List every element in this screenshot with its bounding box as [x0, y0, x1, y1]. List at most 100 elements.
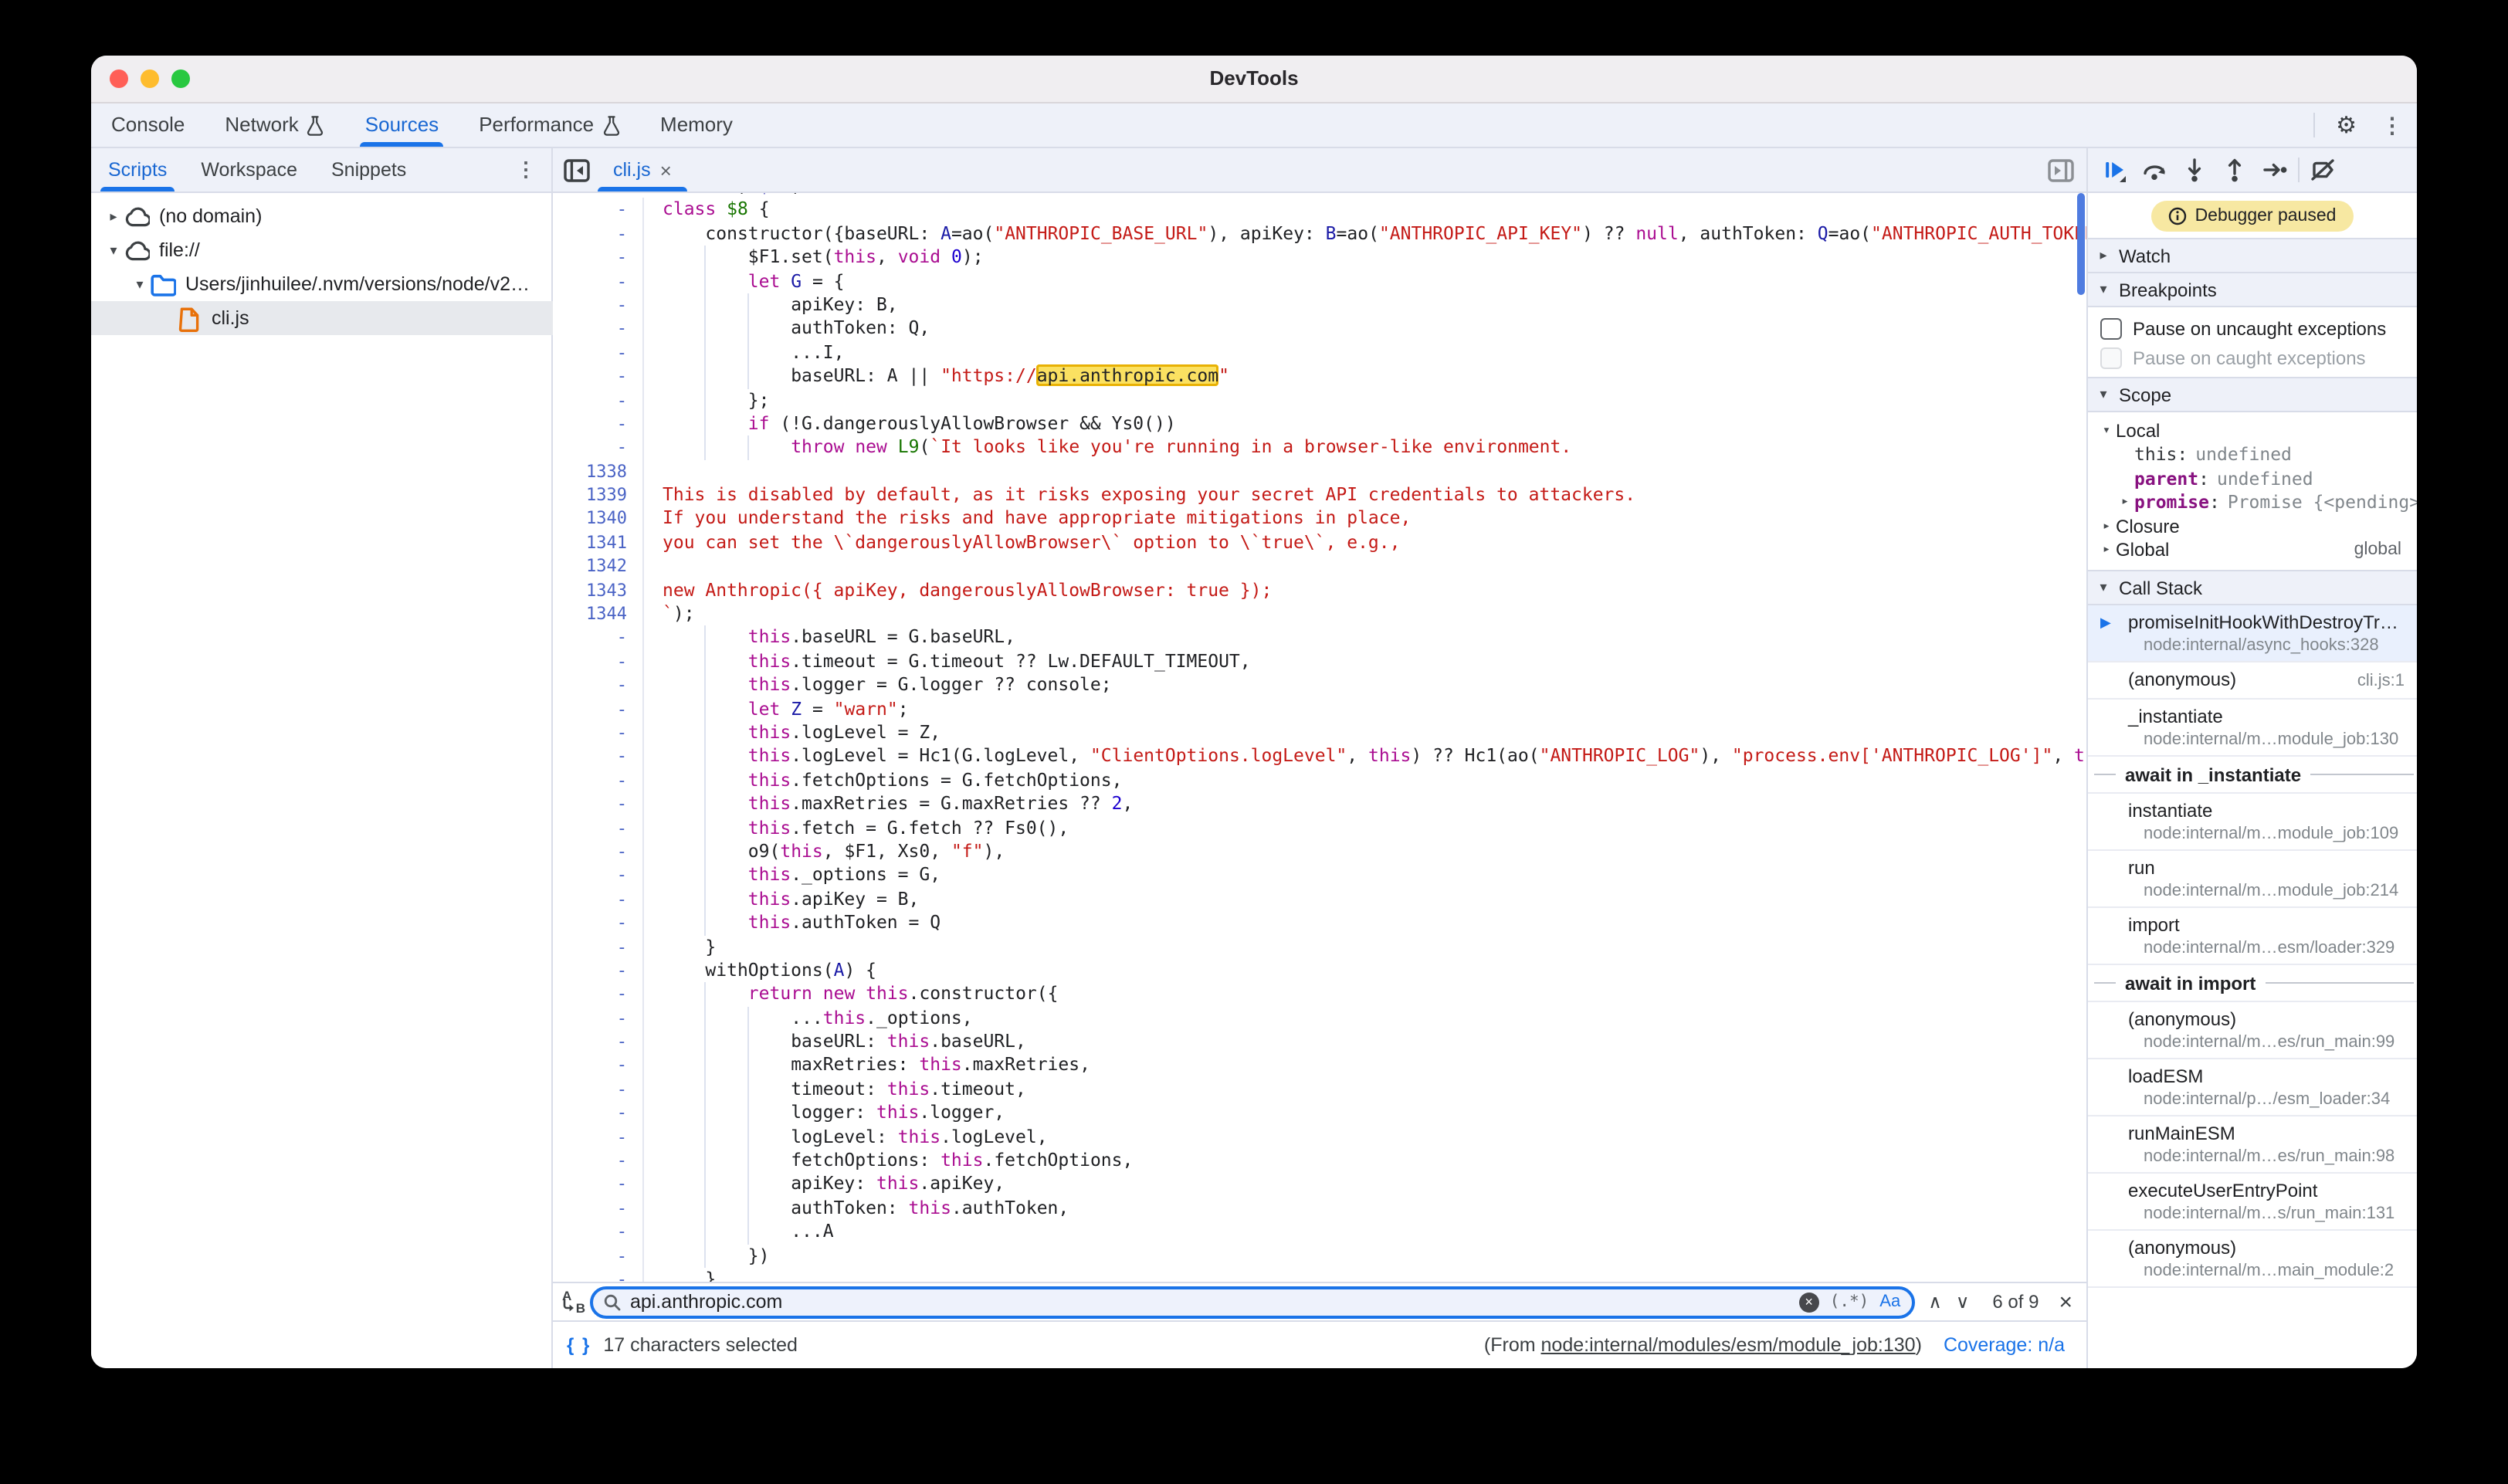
line-gutter[interactable]: -	[553, 935, 644, 959]
line-gutter[interactable]: 1343	[553, 578, 644, 602]
code-text[interactable]: if (!G.dangerouslyAllowBrowser && Ys0())	[644, 412, 1176, 436]
line-gutter[interactable]: -	[553, 412, 644, 436]
tree-item-cli-js[interactable]: cli.js	[91, 301, 607, 335]
code-editor[interactable]: var X50, $F1;-class $8 {- constructor({b…	[553, 193, 2086, 1282]
line-gutter[interactable]: 1340	[553, 507, 644, 531]
more-menu-icon[interactable]: ⋮	[2367, 112, 2417, 138]
code-text[interactable]: constructor({baseURL: A=ao("ANTHROPIC_BA…	[644, 222, 2086, 246]
line-gutter[interactable]: -	[553, 650, 644, 674]
code-text[interactable]: }	[644, 935, 716, 959]
code-text[interactable]: ...this._options,	[644, 1006, 973, 1030]
code-text[interactable]: baseURL: this.baseURL,	[644, 1030, 1026, 1054]
code-text[interactable]: If you understand the risks and have app…	[644, 507, 1411, 531]
line-gutter[interactable]: -	[553, 816, 644, 840]
next-match-icon[interactable]: ∨	[1956, 1291, 1984, 1313]
line-gutter[interactable]: -	[553, 341, 644, 364]
line-gutter[interactable]: 1341	[553, 531, 644, 555]
code-text[interactable]: this.baseURL = G.baseURL,	[644, 626, 1015, 650]
code-text[interactable]: }	[644, 1268, 716, 1282]
code-text[interactable]: ...A	[644, 1220, 834, 1244]
line-gutter[interactable]: -	[553, 1078, 644, 1102]
navigator-more-icon[interactable]: ⋮	[500, 158, 551, 182]
hide-debugger-sidebar-icon[interactable]	[2048, 158, 2074, 181]
line-gutter[interactable]: 1338	[553, 459, 644, 483]
disclosure-collapsed-icon[interactable]: ▸	[2097, 543, 2116, 558]
tree-item-users-jinhuilee-nvm-versions-node-v2-[interactable]: ▾Users/jinhuilee/.nvm/versions/node/v2…	[91, 267, 551, 301]
line-gutter[interactable]: -	[553, 840, 644, 864]
call-stack-frame[interactable]: (anonymous)cli.js:1	[2088, 662, 2417, 700]
replace-toggle-icon[interactable]: AB	[561, 1289, 584, 1314]
code-text[interactable]: throw new L9(`It looks like you're runni…	[644, 436, 1571, 460]
scope-group-closure[interactable]: ▸Closure	[2088, 514, 2417, 538]
code-text[interactable]: this.logLevel = Hc1(G.logLevel, "ClientO…	[644, 745, 2086, 769]
disclosure-collapsed-icon[interactable]: ▸	[2097, 519, 2116, 534]
line-gutter[interactable]: -	[553, 911, 644, 935]
code-text[interactable]: new Anthropic({ apiKey, dangerouslyAllow…	[644, 578, 1272, 602]
code-text[interactable]: `);	[644, 602, 695, 626]
code-text[interactable]: this.maxRetries = G.maxRetries ?? 2,	[644, 792, 1133, 816]
code-text[interactable]: you can set the \`dangerouslyAllowBrowse…	[644, 531, 1400, 555]
disclosure-expanded-icon[interactable]: ▾	[130, 276, 150, 293]
line-gutter[interactable]: 1342	[553, 555, 644, 579]
line-gutter[interactable]: -	[553, 1125, 644, 1149]
line-gutter[interactable]: -	[553, 388, 644, 412]
disclosure-collapsed-icon[interactable]: ▸	[103, 208, 124, 225]
search-query[interactable]: api.anthropic.com	[630, 1291, 1799, 1313]
code-text[interactable]: authToken: this.authToken,	[644, 1197, 1069, 1221]
scope-prop-promise[interactable]: ▸promise:Promise {<pending>}	[2088, 490, 2417, 514]
line-gutter[interactable]: -	[553, 1149, 644, 1173]
disclosure-collapsed-icon[interactable]: ▸	[2116, 495, 2134, 510]
line-gutter[interactable]: 1339	[553, 483, 644, 507]
step-out-button[interactable]	[2215, 150, 2255, 190]
line-gutter[interactable]: -	[553, 364, 644, 388]
line-gutter[interactable]: -	[553, 864, 644, 888]
breakpoint-option[interactable]: Pause on uncaught exceptions	[2088, 313, 2417, 343]
panel-tab-memory[interactable]: Memory	[640, 103, 753, 147]
call-stack-frame[interactable]: (anonymous)node:internal/m…main_module:2	[2088, 1231, 2417, 1288]
call-stack-frame[interactable]: instantiatenode:internal/m…module_job:10…	[2088, 794, 2417, 851]
section-scope[interactable]: ▾ Scope	[2088, 377, 2417, 412]
call-stack-frame[interactable]: importnode:internal/m…esm/loader:329	[2088, 908, 2417, 965]
line-gutter[interactable]: -	[553, 1268, 644, 1282]
call-stack-frame[interactable]: runMainESMnode:internal/m…es/run_main:98	[2088, 1116, 2417, 1174]
step-button[interactable]	[2255, 150, 2295, 190]
disclosure-expanded-icon[interactable]: ▾	[103, 242, 124, 259]
call-stack-frame[interactable]: loadESMnode:internal/p…/esm_loader:34	[2088, 1059, 2417, 1116]
breakpoint-option[interactable]: Pause on caught exceptions	[2088, 343, 2417, 372]
match-case-toggle[interactable]: Aa	[1879, 1293, 1900, 1311]
navigator-tab-workspace[interactable]: Workspace	[184, 148, 314, 191]
scope-prop-parent[interactable]: parent:undefined	[2088, 466, 2417, 490]
tree-item--no-domain-[interactable]: ▸(no domain)	[91, 199, 551, 233]
scope-prop-this[interactable]: this:undefined	[2088, 442, 2417, 466]
line-gutter[interactable]: -	[553, 745, 644, 769]
coverage-link[interactable]: Coverage: n/a	[1944, 1334, 2065, 1356]
checkbox[interactable]	[2100, 317, 2122, 339]
line-gutter[interactable]: -	[553, 1173, 644, 1197]
line-gutter[interactable]: -	[553, 246, 644, 269]
line-gutter[interactable]: -	[553, 317, 644, 341]
line-gutter[interactable]: -	[553, 721, 644, 745]
regex-toggle[interactable]: (.*)	[1830, 1293, 1869, 1311]
scope-group-local[interactable]: ▾Local	[2088, 418, 2417, 442]
code-text[interactable]: $F1.set(this, void 0);	[644, 246, 984, 269]
code-text[interactable]: apiKey: this.apiKey,	[644, 1173, 1005, 1197]
code-text[interactable]: };	[644, 388, 770, 412]
settings-gear-icon[interactable]: ⚙	[2325, 111, 2367, 139]
line-gutter[interactable]: -	[553, 1006, 644, 1030]
hide-navigator-icon[interactable]	[564, 158, 590, 181]
code-text[interactable]: this.logLevel = Z,	[644, 721, 940, 745]
line-gutter[interactable]: -	[553, 1054, 644, 1078]
disclosure-expanded-icon[interactable]: ▾	[2097, 423, 2116, 439]
line-gutter[interactable]: -	[553, 887, 644, 911]
code-text[interactable]: authToken: Q,	[644, 317, 930, 341]
code-text[interactable]: var X50, $F1;	[644, 193, 802, 198]
line-gutter[interactable]: -	[553, 436, 644, 460]
pretty-print-icon[interactable]: { }	[553, 1334, 603, 1356]
call-stack-frame[interactable]: _instantiatenode:internal/m…module_job:1…	[2088, 700, 2417, 757]
code-text[interactable]: timeout: this.timeout,	[644, 1078, 1026, 1102]
panel-tab-network[interactable]: Network	[205, 103, 344, 147]
deactivate-breakpoints-button[interactable]	[2303, 150, 2343, 190]
code-text[interactable]: logger: this.logger,	[644, 1101, 1005, 1125]
line-gutter[interactable]: -	[553, 222, 644, 246]
line-gutter[interactable]: -	[553, 1101, 644, 1125]
